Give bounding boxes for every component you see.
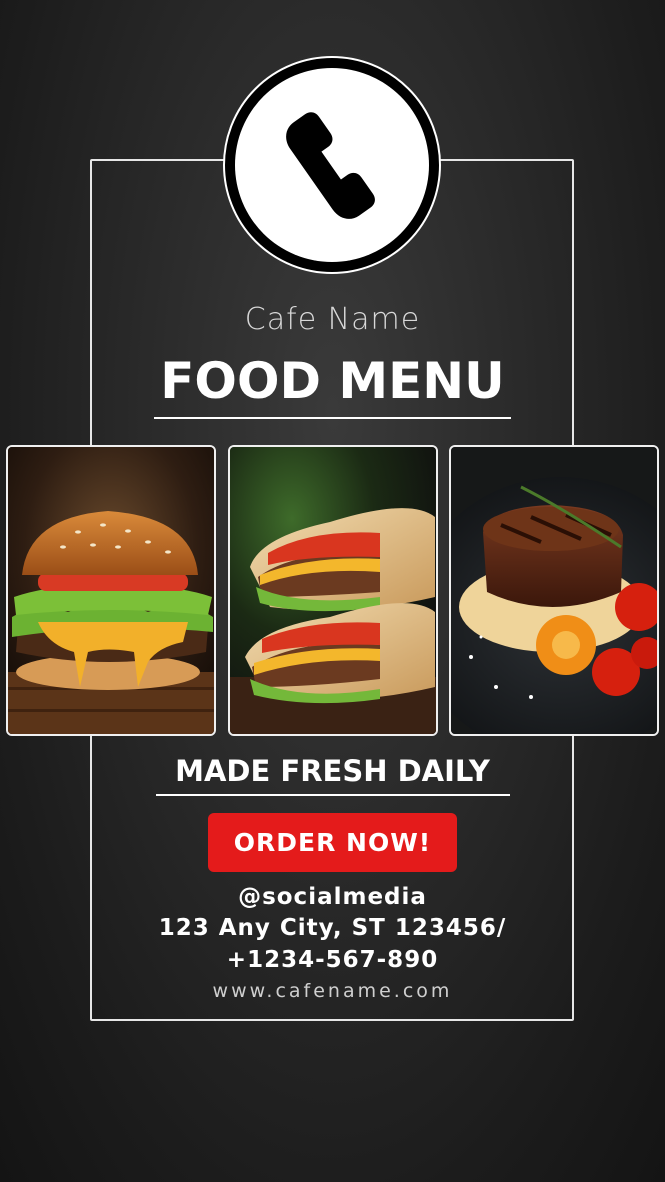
title-underline (154, 417, 511, 419)
page-title: FOOD MENU (160, 352, 505, 410)
tagline-underline (156, 794, 510, 796)
burger-photo (6, 445, 216, 736)
wrap-photo (228, 445, 438, 736)
social-handle[interactable]: @socialmedia (0, 884, 665, 910)
tagline: MADE FRESH DAILY (175, 754, 490, 788)
steak-photo (449, 445, 659, 736)
order-now-button[interactable]: ORDER NOW! (208, 813, 457, 872)
phone-badge (223, 56, 441, 274)
address: 123 Any City, ST 123456/ (158, 915, 507, 941)
phone-icon (235, 68, 429, 262)
website-link[interactable]: www.cafename.com (0, 980, 665, 1002)
phone-number[interactable]: +1234-567-890 (0, 947, 665, 973)
cafe-name: Cafe Name (244, 302, 421, 337)
